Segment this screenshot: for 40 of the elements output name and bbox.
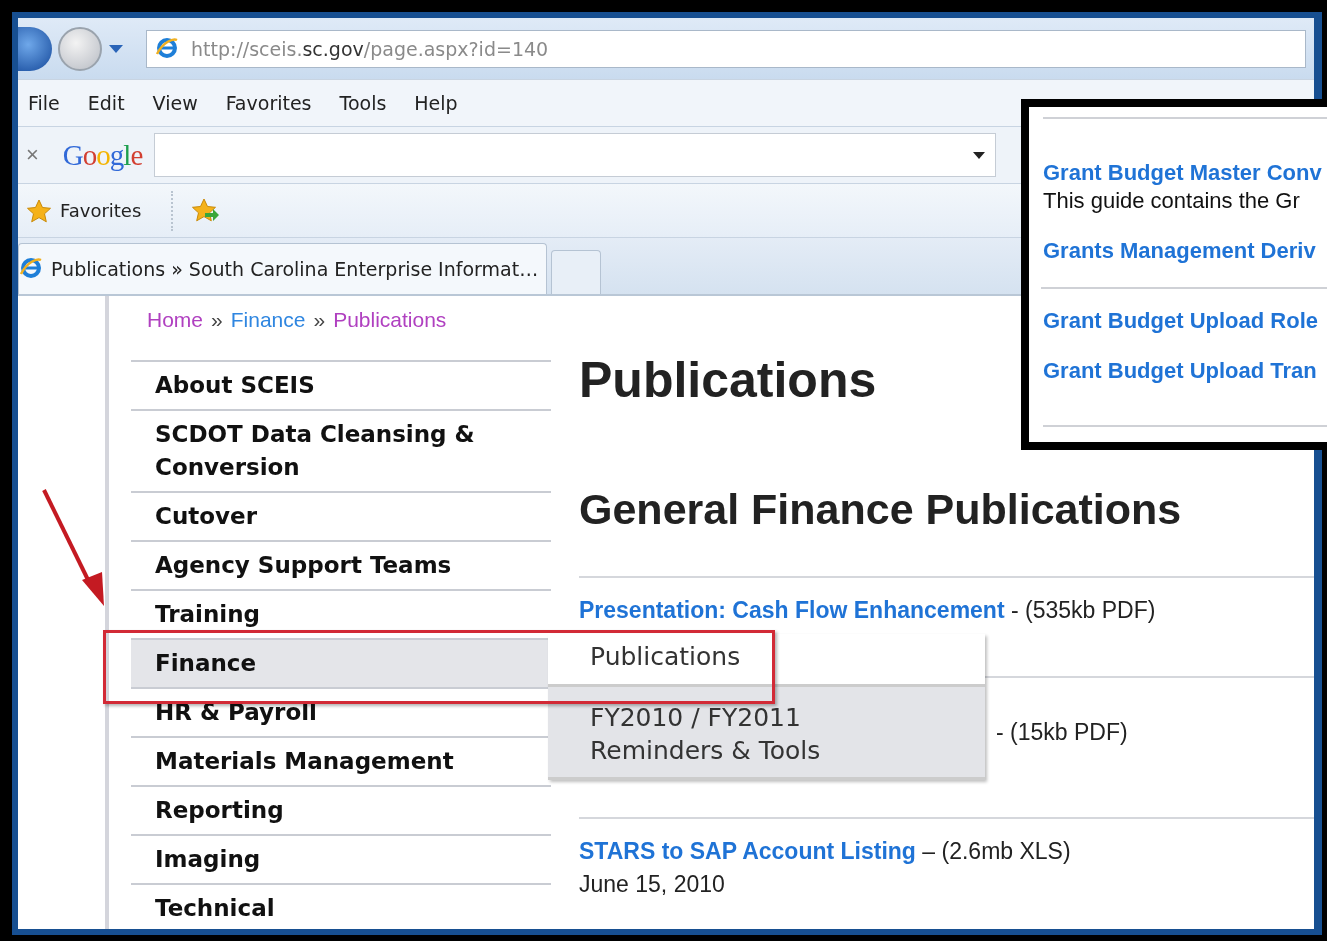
star-icon [26,198,52,223]
document-link[interactable]: Grants Management Deriv [1043,237,1327,265]
new-tab-button[interactable] [551,250,602,294]
menu-item[interactable]: Tools [339,92,387,114]
back-button[interactable] [18,26,52,71]
breadcrumb-link[interactable]: Finance [230,308,306,332]
dropdown-arrow-icon[interactable] [973,151,986,159]
breadcrumb-link[interactable]: Home [147,308,204,332]
publication-link[interactable]: Presentation: Cash Flow Enhancement [579,597,1005,623]
menu-item[interactable]: File [28,92,60,114]
section-title: General Finance Publications [579,484,1183,535]
file-info: - (15kb PDF) [996,719,1128,745]
forward-button[interactable] [58,26,102,71]
submenu-item[interactable]: FY2010 / FY2011 Reminders & Tools [548,687,985,780]
document-description: This guide contains the Gr [1043,187,1301,215]
page-title: Publications [579,351,877,410]
menu-item[interactable]: Favorites [225,92,312,114]
publication-date: June 15, 2010 [579,870,726,899]
submenu-item[interactable]: Publications [548,634,985,687]
browser-tab[interactable]: Publications » South Carolina Enterprise Informat… [18,243,548,294]
nav-item[interactable]: Finance [131,640,551,689]
publication-link[interactable]: STARS to SAP Account Listing [579,838,916,864]
star-with-arrow-icon[interactable] [191,197,222,224]
file-info: – (2.6mb XLS) [922,838,1071,864]
url-text: http://sceis.sc.gov/page.aspx?id=140 [191,37,549,60]
menu-item[interactable]: Edit [87,92,125,114]
search-field[interactable] [154,133,997,177]
menu-item[interactable]: Help [414,92,458,114]
document-link[interactable]: Grant Budget Upload Role [1043,307,1327,335]
breadcrumb-link[interactable]: Publications [333,308,447,332]
favorites-button[interactable]: Favorites [26,198,142,223]
menu-item[interactable]: View [152,92,198,114]
breadcrumb-separator: » [211,308,223,332]
document-link[interactable]: Grant Budget Master Conv [1043,159,1327,187]
address-field[interactable]: http://sceis.sc.gov/page.aspx?id=140 [146,29,1306,68]
document-link[interactable]: Grant Budget Upload Tran [1043,357,1327,385]
close-button[interactable]: × [26,142,39,168]
google-logo: Google [62,138,143,172]
file-info: - (535kb PDF) [1011,597,1156,623]
breadcrumb-separator: » [313,308,326,332]
